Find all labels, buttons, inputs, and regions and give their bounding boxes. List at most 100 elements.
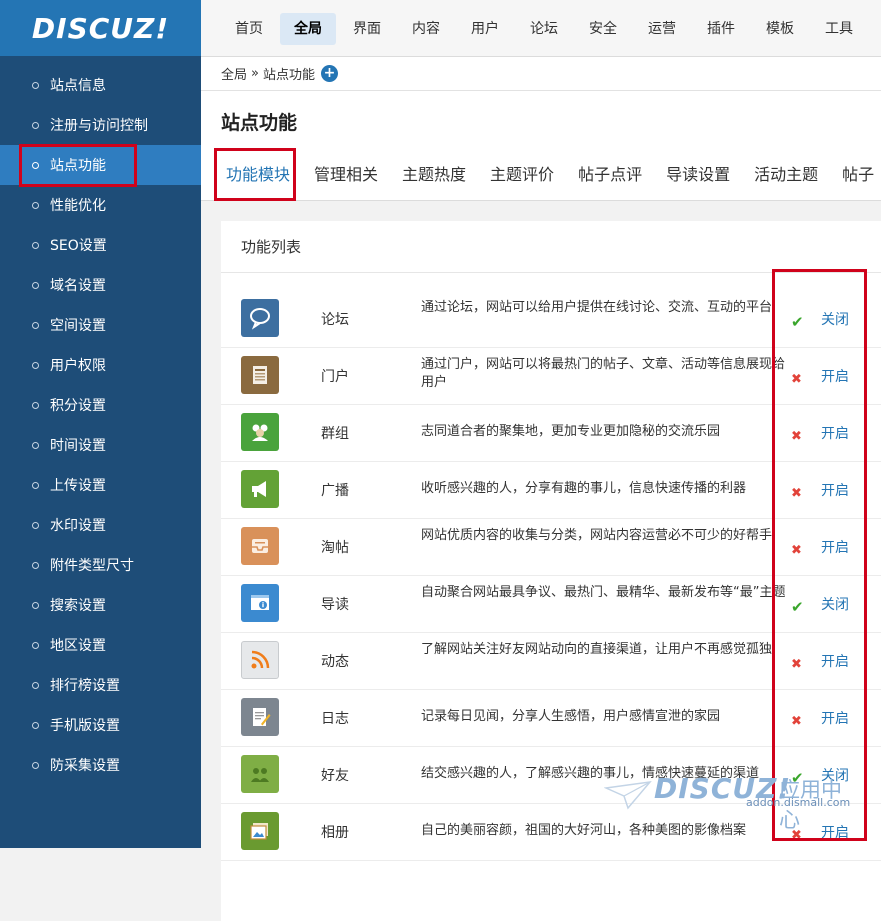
feature-panel: 功能列表 论坛 通过论坛，网站可以给用户提供在线讨论、交流、互动的平台 ✔ 关闭…: [221, 221, 881, 921]
info-window-icon: [241, 584, 279, 622]
feature-toggle-link[interactable]: 开启: [821, 480, 849, 500]
sidebar-item-site-info[interactable]: 站点信息: [0, 65, 201, 105]
sidebar-item-time[interactable]: 时间设置: [0, 425, 201, 465]
sidebar-item-search[interactable]: 搜索设置: [0, 585, 201, 625]
top-navbar: 首页 全局 界面 内容 用户 论坛 安全 运营 插件 模板 工具: [201, 0, 881, 57]
sidebar-item-performance[interactable]: 性能优化: [0, 185, 201, 225]
feature-toggle-link[interactable]: 开启: [821, 366, 849, 386]
feature-toggle-link[interactable]: 开启: [821, 822, 849, 842]
feature-row: 好友 结交感兴趣的人，了解感兴趣的事儿，情感快速蔓延的渠道 ✔ 关闭: [221, 747, 881, 804]
bullet-icon: [32, 121, 39, 129]
feature-desc: 收听感兴趣的人，分享有趣的事儿，信息快速传播的利器: [421, 481, 747, 496]
top-nav: 首页 全局 界面 内容 用户 论坛 安全 运营 插件 模板 工具: [221, 13, 870, 45]
feature-toggle-link[interactable]: 关闭: [821, 309, 849, 329]
feature-row: 门户 通过门户，网站可以将最热门的帖子、文章、活动等信息展现给用户 ✖ 开启: [221, 348, 881, 405]
topnav-security[interactable]: 安全: [575, 13, 631, 45]
sidebar-item-label: 时间设置: [50, 438, 106, 454]
sidebar-item-label: 地区设置: [50, 638, 106, 654]
bullet-icon: [32, 281, 39, 289]
bullet-icon: [32, 161, 39, 169]
sidebar-item-label: 附件类型尺寸: [50, 558, 134, 574]
tab-management[interactable]: 管理相关: [314, 161, 378, 185]
feature-row: 导读 自动聚合网站最具争议、最热门、最精华、最新发布等“最”主题 ✔ 关闭: [221, 576, 881, 633]
feature-name: 论坛: [321, 312, 349, 328]
feature-name: 日志: [321, 711, 349, 727]
sidebar-item-label: 用户权限: [50, 358, 106, 374]
feature-name: 广播: [321, 483, 349, 499]
sidebar-item-region[interactable]: 地区设置: [0, 625, 201, 665]
panel-title: 功能列表: [241, 238, 302, 256]
tab-guide-settings[interactable]: 导读设置: [666, 161, 730, 185]
newspaper-icon: [241, 356, 279, 394]
tab-thread-rating[interactable]: 主题评价: [490, 161, 554, 185]
feature-toggle-link[interactable]: 开启: [821, 537, 849, 557]
topnav-forum[interactable]: 论坛: [516, 13, 572, 45]
sidebar-item-mobile[interactable]: 手机版设置: [0, 705, 201, 745]
feature-list: 论坛 通过论坛，网站可以给用户提供在线讨论、交流、互动的平台 ✔ 关闭 门户 通…: [221, 291, 881, 861]
tab-feature-modules[interactable]: 功能模块: [226, 161, 290, 185]
topnav-content[interactable]: 内容: [398, 13, 454, 45]
sidebar-item-anti-scrape[interactable]: 防采集设置: [0, 745, 201, 785]
feature-row: 广播 收听感兴趣的人，分享有趣的事儿，信息快速传播的利器 ✖ 开启: [221, 462, 881, 519]
status-on-icon: ✔: [791, 769, 804, 787]
feature-name: 好友: [321, 768, 349, 784]
sidebar-item-upload[interactable]: 上传设置: [0, 465, 201, 505]
breadcrumb-separator: »: [251, 66, 259, 81]
page-title: 站点功能: [221, 112, 298, 134]
sidebar-item-credits[interactable]: 积分设置: [0, 385, 201, 425]
topnav-home[interactable]: 首页: [221, 13, 277, 45]
bullet-icon: [32, 601, 39, 609]
sidebar-item-domain[interactable]: 域名设置: [0, 265, 201, 305]
tab-thread-heat[interactable]: 主题热度: [402, 161, 466, 185]
add-shortcut-button[interactable]: +: [321, 65, 338, 82]
sidebar-item-label: 空间设置: [50, 318, 106, 334]
feature-toggle-link[interactable]: 关闭: [821, 594, 849, 614]
feature-desc: 网站优质内容的收集与分类，网站内容运营必不可少的好帮手: [421, 528, 773, 543]
bullet-icon: [32, 481, 39, 489]
topnav-tools[interactable]: 工具: [811, 13, 867, 45]
sidebar-item-permissions[interactable]: 用户权限: [0, 345, 201, 385]
tab-posts[interactable]: 帖子: [842, 161, 874, 185]
feature-desc: 结交感兴趣的人，了解感兴趣的事儿，情感快速蔓延的渠道: [421, 766, 760, 781]
topnav-users[interactable]: 用户: [457, 13, 513, 45]
topnav-global[interactable]: 全局: [280, 13, 336, 45]
feature-desc: 自动聚合网站最具争议、最热门、最精华、最新发布等“最”主题: [421, 585, 786, 600]
sidebar-item-register-access[interactable]: 注册与访问控制: [0, 105, 201, 145]
bullet-icon: [32, 761, 39, 769]
feature-desc: 了解网站关注好友网站动向的直接渠道，让用户不再感觉孤独: [421, 642, 773, 657]
status-off-icon: ✖: [791, 429, 802, 444]
breadcrumb-root[interactable]: 全局: [221, 64, 247, 83]
status-on-icon: ✔: [791, 598, 804, 616]
status-off-icon: ✖: [791, 486, 802, 501]
tab-post-comments[interactable]: 帖子点评: [578, 161, 642, 185]
feature-toggle-link[interactable]: 开启: [821, 651, 849, 671]
sidebar-item-space[interactable]: 空间设置: [0, 305, 201, 345]
bullet-icon: [32, 81, 39, 89]
topnav-interface[interactable]: 界面: [339, 13, 395, 45]
topnav-operations[interactable]: 运营: [634, 13, 690, 45]
sidebar-item-watermark[interactable]: 水印设置: [0, 505, 201, 545]
sidebar-item-attachment[interactable]: 附件类型尺寸: [0, 545, 201, 585]
feature-toggle-link[interactable]: 开启: [821, 708, 849, 728]
sidebar-item-label: 性能优化: [50, 198, 106, 214]
status-off-icon: ✖: [791, 543, 802, 558]
bullet-icon: [32, 721, 39, 729]
topnav-plugins[interactable]: 插件: [693, 13, 749, 45]
bullet-icon: [32, 321, 39, 329]
topnav-templates[interactable]: 模板: [752, 13, 808, 45]
feature-desc: 通过论坛，网站可以给用户提供在线讨论、交流、互动的平台: [421, 300, 773, 315]
feature-row: 论坛 通过论坛，网站可以给用户提供在线讨论、交流、互动的平台 ✔ 关闭: [221, 291, 881, 348]
sidebar-item-ranking[interactable]: 排行榜设置: [0, 665, 201, 705]
breadcrumb-current: 站点功能: [262, 68, 315, 83]
feature-toggle-link[interactable]: 开启: [821, 423, 849, 443]
megaphone-icon: [241, 470, 279, 508]
tab-activity-threads[interactable]: 活动主题: [754, 161, 818, 185]
sidebar-item-site-features[interactable]: 站点功能: [0, 145, 201, 185]
sidebar-item-seo[interactable]: SEO设置: [0, 225, 201, 265]
sidebar-item-label: 防采集设置: [50, 758, 120, 774]
feature-row: 动态 了解网站关注好友网站动向的直接渠道，让用户不再感觉孤独 ✖ 开启: [221, 633, 881, 690]
feature-toggle-link[interactable]: 关闭: [821, 765, 849, 785]
sidebar-item-label: 排行榜设置: [50, 678, 120, 694]
bullet-icon: [32, 441, 39, 449]
discuz-logo[interactable]: DISCUZ!: [0, 0, 201, 56]
